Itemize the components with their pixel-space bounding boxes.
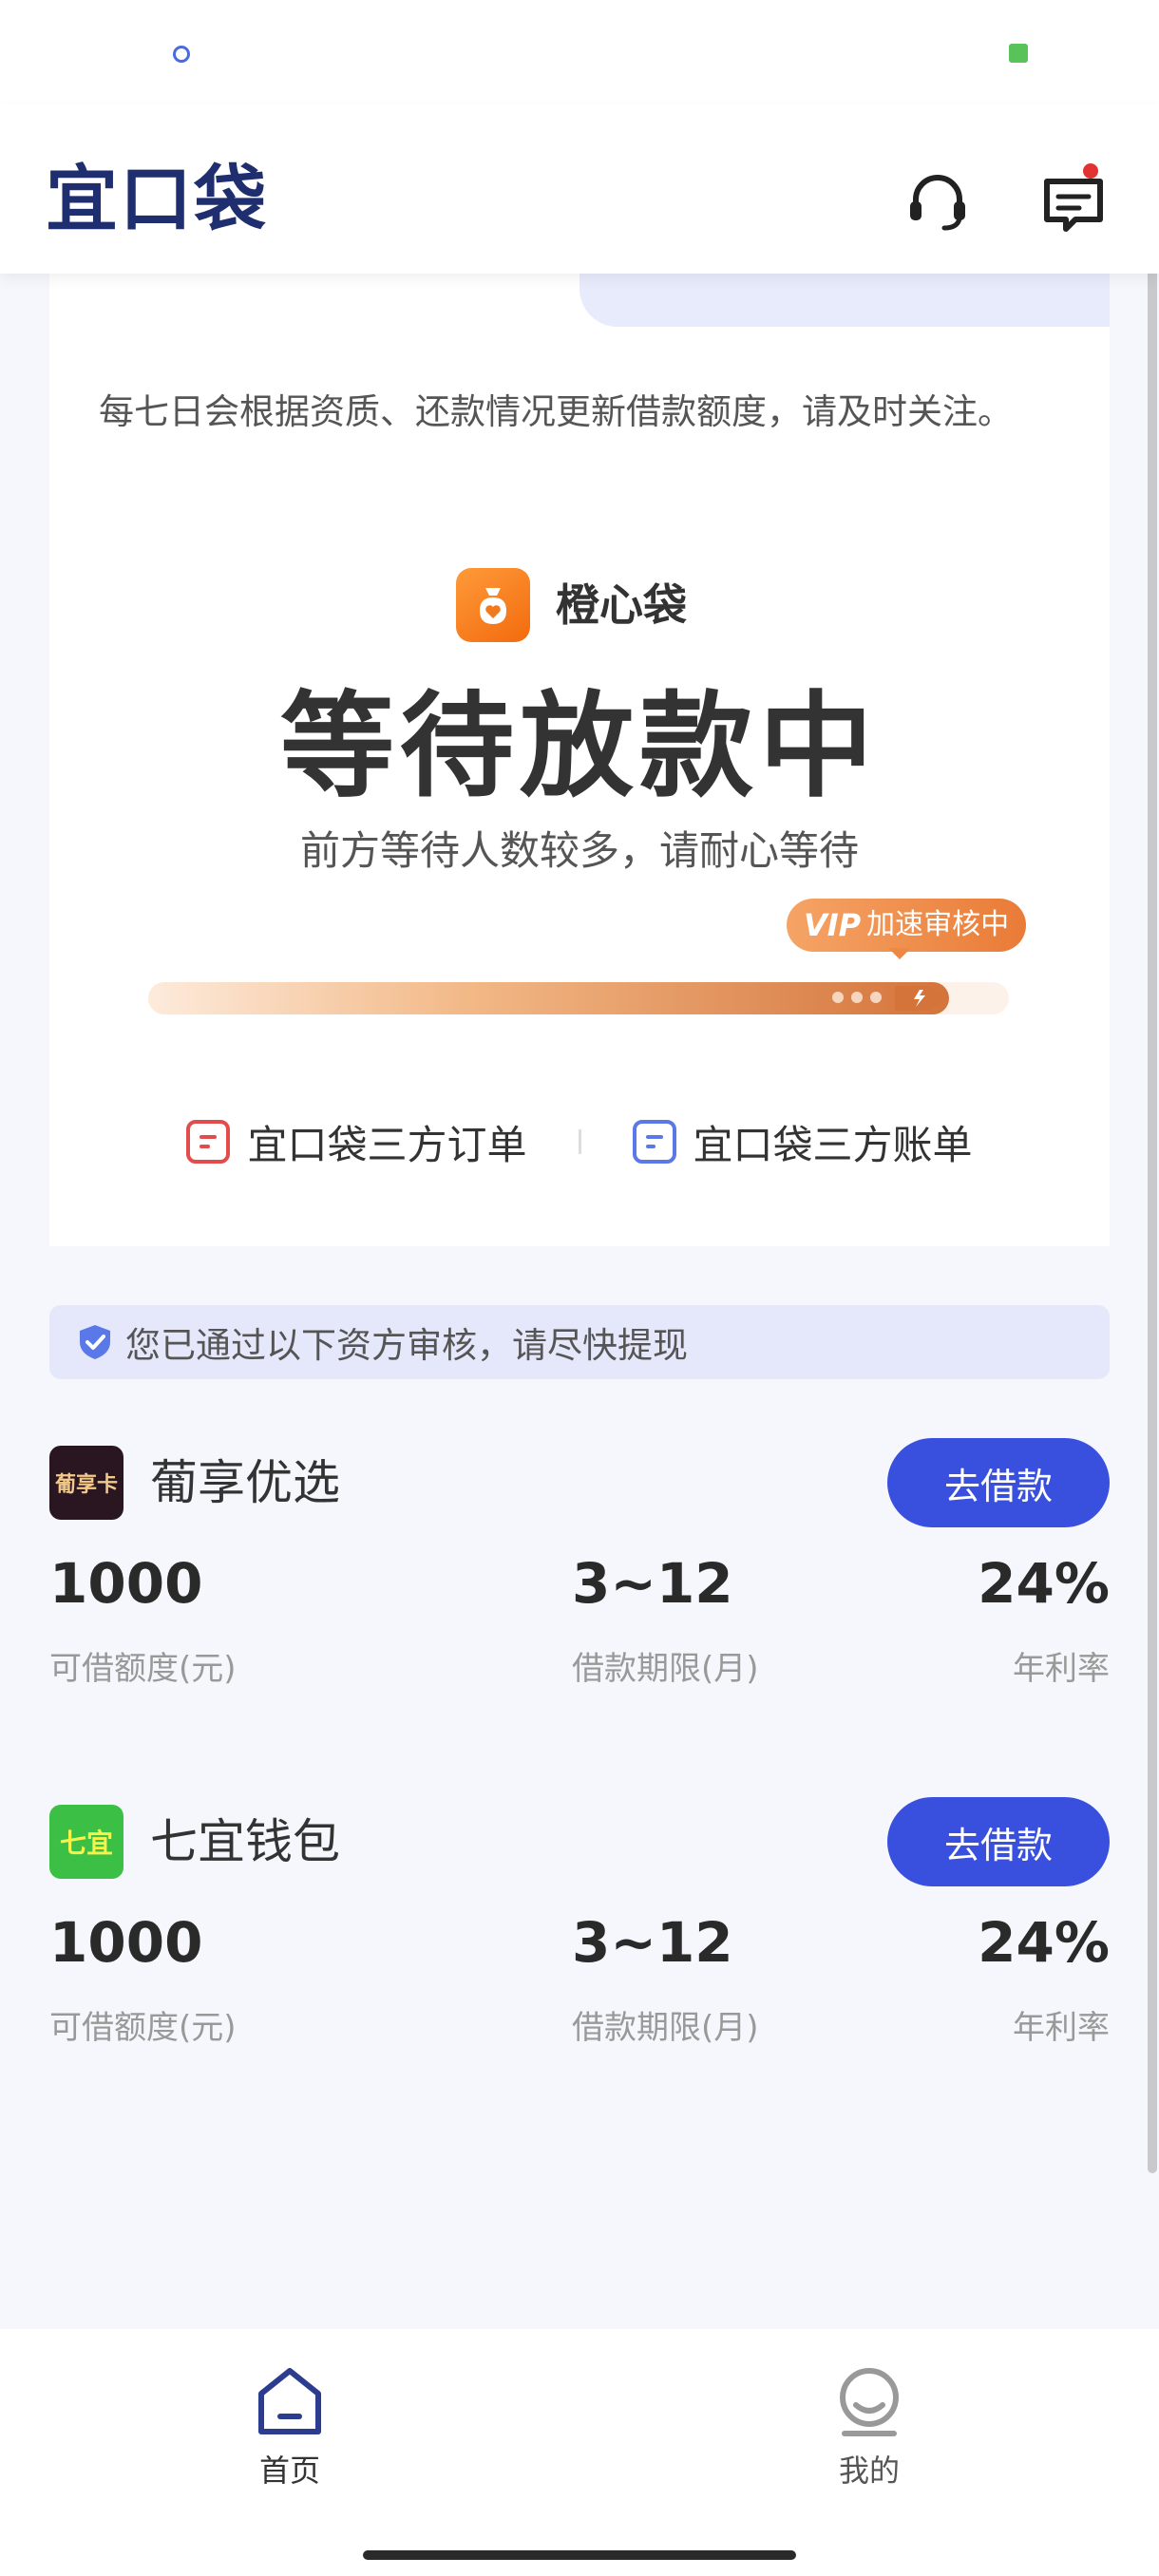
offer-term: 3~12 bbox=[572, 1551, 733, 1616]
loan-status-title: 等待放款中 bbox=[280, 681, 879, 813]
third-party-order-link[interactable]: 宜口袋三方订单 bbox=[186, 1113, 527, 1171]
scrollbar[interactable] bbox=[1148, 186, 1157, 2173]
offer-logo: 葡享卡 bbox=[49, 1446, 124, 1520]
offer-logo: 七宜 bbox=[49, 1805, 124, 1879]
offer-term-label: 借款期限(月) bbox=[572, 1650, 759, 1688]
order-link-label: 宜口袋三方订单 bbox=[247, 1121, 527, 1168]
shield-icon bbox=[80, 1325, 110, 1359]
third-party-bill-link[interactable]: 宜口袋三方账单 bbox=[632, 1113, 973, 1171]
lender-name: 橙心袋 bbox=[556, 579, 687, 631]
offer-name: 七宜钱包 bbox=[150, 1814, 340, 1869]
progress-fill bbox=[148, 982, 949, 1014]
offer-rate-label: 年利率 bbox=[1013, 2009, 1110, 2047]
bill-doc-icon bbox=[632, 1120, 676, 1164]
headset-icon[interactable] bbox=[895, 160, 980, 245]
vip-badge-pointer bbox=[888, 948, 911, 959]
vip-label: VIP bbox=[804, 907, 862, 943]
offer-amount-label: 可借额度(元) bbox=[49, 2009, 237, 2047]
unread-badge bbox=[1083, 163, 1098, 179]
app-logo: 宜口袋 bbox=[46, 157, 268, 241]
order-links: 宜口袋三方订单 宜口袋三方账单 bbox=[49, 1102, 1110, 1182]
battery-icon bbox=[1009, 44, 1028, 63]
lender-logo bbox=[456, 568, 530, 642]
order-doc-icon bbox=[186, 1120, 231, 1164]
nav-home-label: 首页 bbox=[258, 2453, 320, 2489]
offer-rate-label: 年利率 bbox=[1013, 1650, 1110, 1688]
quota-notice: 每七日会根据资质、还款情况更新借款额度，请及时关注。 bbox=[99, 391, 1013, 432]
rocket-icon bbox=[891, 975, 948, 1022]
vip-review-badge: VIP 加速审核中 bbox=[787, 899, 1027, 952]
link-divider bbox=[578, 1129, 581, 1154]
approved-banner: 您已通过以下资方审核，请尽快提现 bbox=[49, 1305, 1110, 1379]
message-icon[interactable] bbox=[1031, 160, 1116, 245]
nav-profile-label: 我的 bbox=[838, 2453, 900, 2489]
offer-term-label: 借款期限(月) bbox=[572, 2009, 759, 2047]
offer-rate: 24% bbox=[978, 1910, 1110, 1975]
approved-text: 您已通过以下资方审核，请尽快提现 bbox=[125, 1325, 688, 1366]
apply-loan-button[interactable]: 去借款 bbox=[887, 1797, 1110, 1886]
bill-link-label: 宜口袋三方账单 bbox=[693, 1121, 973, 1168]
loan-status-subtitle: 前方等待人数较多，请耐心等待 bbox=[299, 827, 859, 874]
home-indicator bbox=[363, 2550, 796, 2560]
nav-home[interactable]: 首页 bbox=[228, 2365, 352, 2491]
offer-amount: 1000 bbox=[49, 1551, 203, 1616]
offer-amount: 1000 bbox=[49, 1910, 203, 1975]
nav-profile[interactable]: 我的 bbox=[808, 2365, 931, 2491]
status-indicator-icon bbox=[173, 46, 190, 63]
card-decoration bbox=[580, 274, 1110, 327]
home-icon bbox=[258, 2368, 321, 2434]
offer-rate: 24% bbox=[978, 1551, 1110, 1616]
offer-term: 3~12 bbox=[572, 1910, 733, 1975]
apply-loan-button[interactable]: 去借款 bbox=[887, 1438, 1110, 1527]
profile-icon bbox=[840, 2368, 899, 2436]
progress-trail bbox=[832, 992, 882, 1003]
bottom-nav bbox=[0, 2329, 1159, 2576]
offer-name: 葡享优选 bbox=[150, 1455, 340, 1510]
offer-amount-label: 可借额度(元) bbox=[49, 1650, 237, 1688]
vip-status-text: 加速审核中 bbox=[866, 908, 1010, 941]
